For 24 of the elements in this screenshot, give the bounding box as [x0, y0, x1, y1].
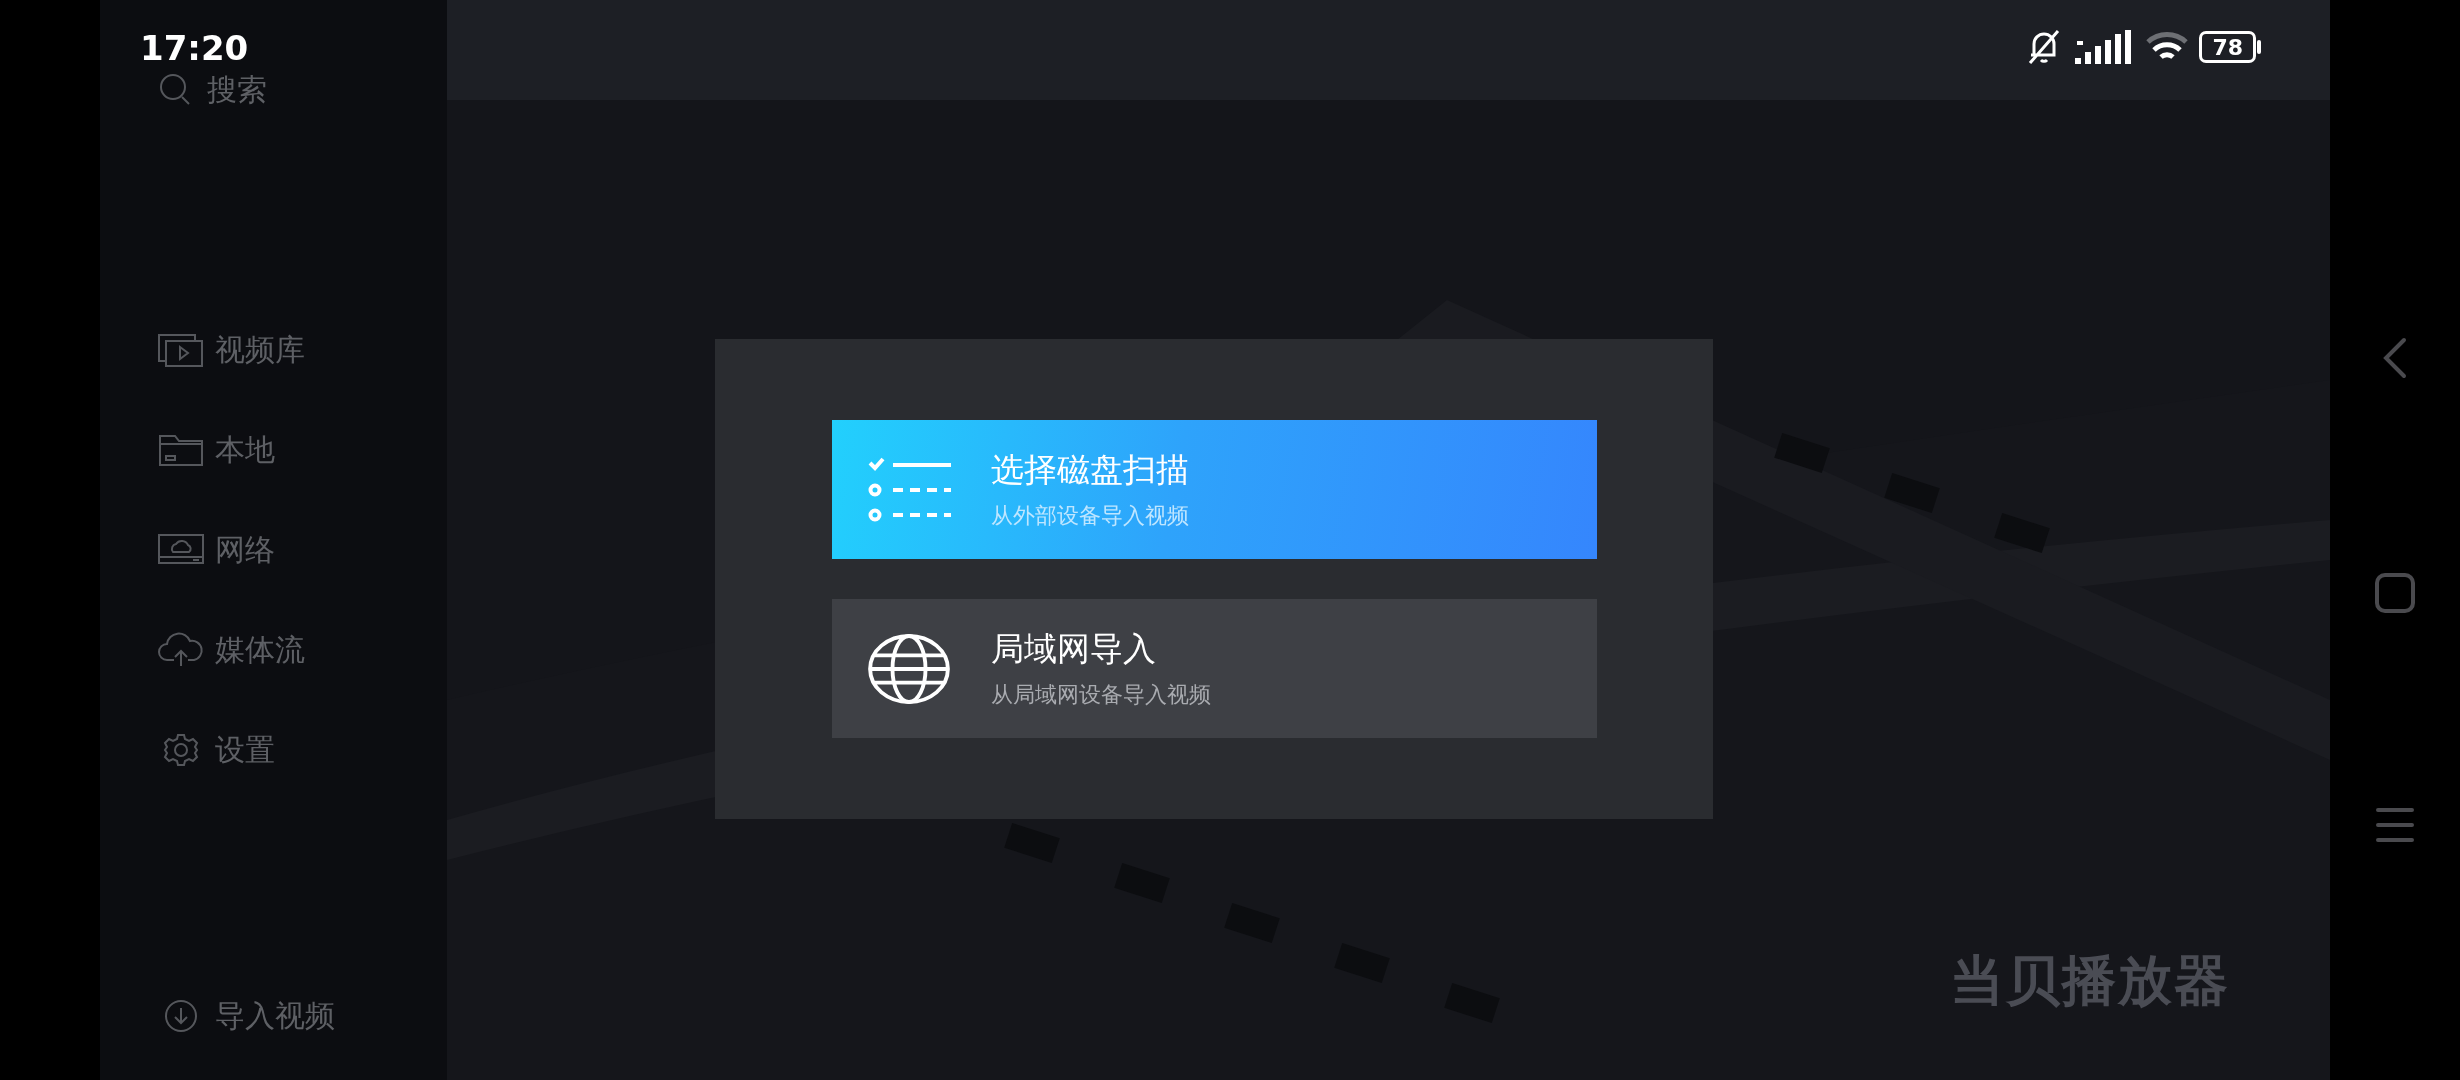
- battery-tip-icon: [2256, 40, 2262, 54]
- sidebar-item[interactable]: 设置: [157, 728, 447, 772]
- option-subtitle: 从外部设备导入视频: [991, 502, 1189, 530]
- search-item[interactable]: 搜索: [157, 68, 447, 112]
- status-time: 17:20: [140, 28, 249, 68]
- sidebar-item[interactable]: 媒体流: [157, 628, 447, 672]
- cloud-upload-icon: [157, 632, 205, 668]
- option-title: 选择磁盘扫描: [991, 449, 1189, 491]
- option-title: 局域网导入: [991, 628, 1157, 670]
- sidebar-item[interactable]: 本地: [157, 428, 447, 472]
- sidebar-item[interactable]: 网络: [157, 528, 447, 572]
- menu-icon[interactable]: [2375, 807, 2415, 843]
- sidebar-item[interactable]: 视频库: [157, 328, 447, 372]
- back-icon[interactable]: [2382, 337, 2408, 379]
- globe-icon: [867, 633, 951, 704]
- import-option[interactable]: 局域网导入 从局域网设备导入视频: [832, 599, 1597, 738]
- folder-icon: [157, 432, 205, 468]
- muted-bell-icon: [2027, 29, 2062, 65]
- brand-logo-text: 当贝播放器: [1950, 948, 2230, 1014]
- video-library-icon: [157, 332, 205, 368]
- home-icon[interactable]: [2375, 573, 2415, 613]
- import-option[interactable]: 选择磁盘扫描 从外部设备导入视频: [832, 420, 1597, 559]
- import-video-item[interactable]: 导入视频: [157, 994, 447, 1038]
- option-subtitle: 从局域网设备导入视频: [991, 681, 1211, 709]
